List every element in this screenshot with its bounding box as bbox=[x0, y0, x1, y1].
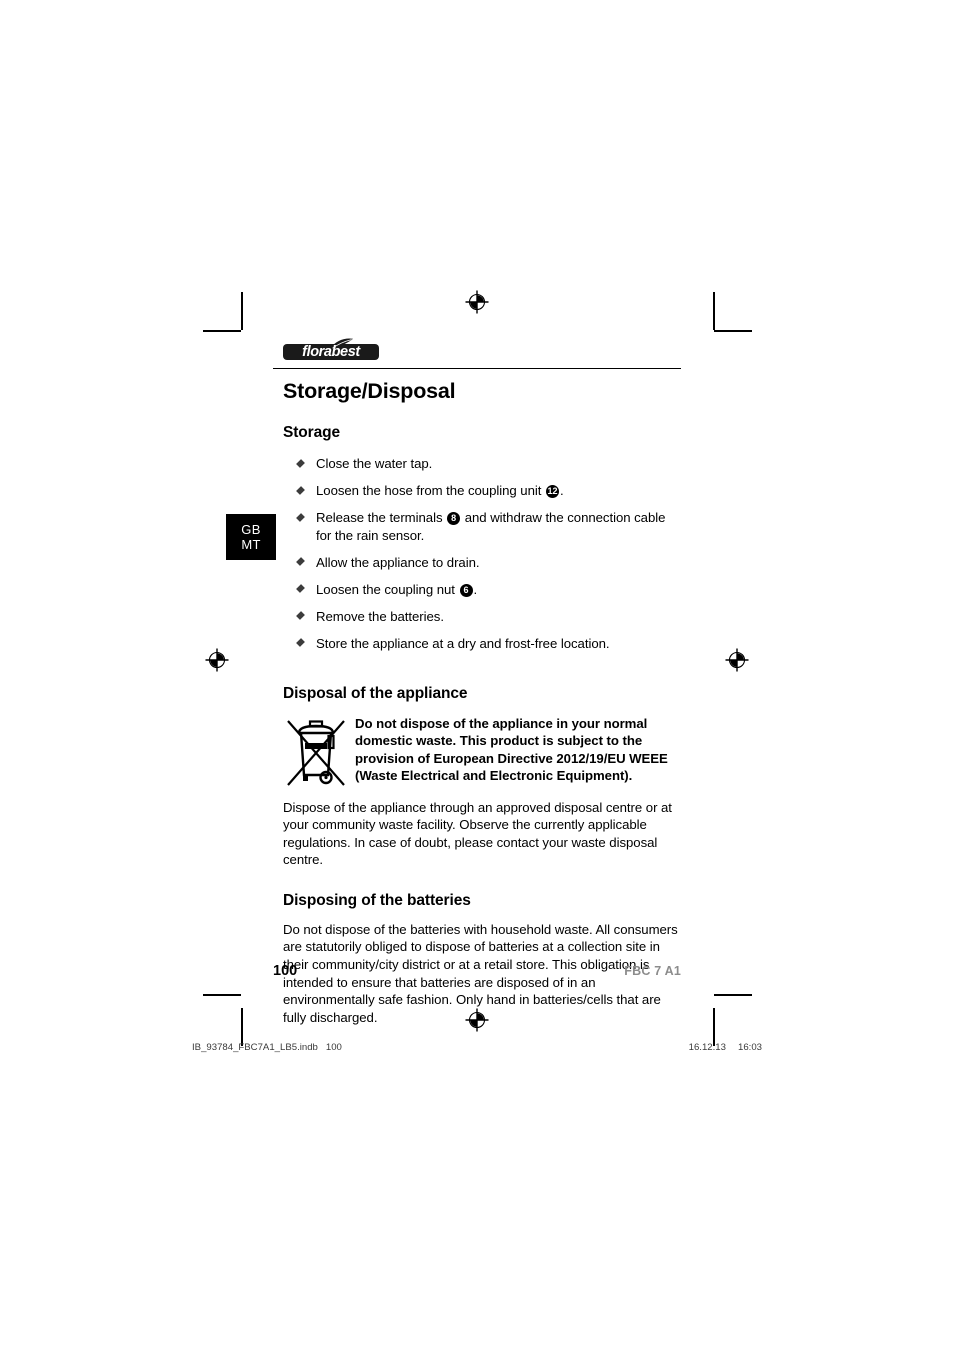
registration-mark-right bbox=[725, 648, 749, 672]
florabest-logo: florabest bbox=[283, 338, 379, 360]
weee-notice-text: Do not dispose of the appliance in your … bbox=[355, 715, 668, 784]
callout-badge: 12 bbox=[546, 485, 559, 498]
page-footer: 100 FBC 7 A1 bbox=[273, 963, 681, 979]
indd-page: 100 bbox=[325, 1042, 342, 1053]
crossed-out-wheelie-bin-icon bbox=[287, 719, 345, 786]
language-tab-line-1: GB bbox=[241, 522, 261, 537]
registration-mark-top bbox=[465, 290, 489, 314]
crop-mark-top-left-vertical bbox=[241, 292, 243, 330]
page-content: Storage/Disposal Storage Close the water… bbox=[283, 374, 683, 1026]
section-heading-disposing-batteries: Disposing of the batteries bbox=[283, 891, 471, 909]
list-item-text-pre: Allow the appliance to drain. bbox=[316, 554, 480, 570]
list-item-text-post: . bbox=[473, 581, 478, 597]
list-item-text-pre: Close the water tap. bbox=[316, 456, 433, 471]
language-tab-line-2: MT bbox=[241, 537, 261, 552]
list-item: Allow the appliance to drain. bbox=[283, 554, 683, 572]
crop-mark-bottom-right-horizontal bbox=[714, 994, 752, 996]
list-item-text-pre: Loosen the coupling nut bbox=[316, 581, 459, 597]
list-item-text-pre: Remove the batteries. bbox=[316, 608, 444, 624]
registration-mark-left bbox=[205, 648, 229, 672]
crop-mark-bottom-left-vertical bbox=[241, 1008, 243, 1046]
list-item: Store the appliance at a dry and frost-f… bbox=[283, 635, 683, 653]
list-item: Loosen the hose from the coupling unit 1… bbox=[283, 482, 683, 500]
crop-mark-bottom-left-horizontal bbox=[203, 994, 241, 996]
bullet-diamond-icon bbox=[296, 557, 305, 566]
crop-mark-bottom-right-vertical bbox=[713, 1008, 715, 1046]
section-heading-disposal-appliance: Disposal of the appliance bbox=[283, 684, 468, 702]
list-item: Remove the batteries. bbox=[283, 608, 683, 626]
bullet-diamond-icon bbox=[296, 638, 305, 647]
header-divider bbox=[273, 368, 681, 370]
list-item-text-pre: Release the terminals bbox=[316, 510, 447, 525]
print-date: 16.12.13 bbox=[688, 1042, 726, 1053]
callout-badge: 6 bbox=[459, 583, 473, 597]
list-item-text-pre: Loosen the hose from the coupling unit bbox=[316, 483, 545, 498]
model-number: FBC 7 A1 bbox=[624, 964, 681, 978]
print-slug-left: IB_93784_FBC7A1_LB5.indb 100 bbox=[192, 1042, 342, 1053]
weee-notice-block: Do not dispose of the appliance in your … bbox=[283, 713, 683, 789]
list-item-text-pre: Store the appliance at a dry and frost-f… bbox=[316, 635, 610, 651]
list-item: Release the terminals 8 and withdraw the… bbox=[283, 509, 683, 544]
indd-filename: IB_93784_FBC7A1_LB5.indb bbox=[192, 1042, 318, 1053]
printed-page: florabest GB MT Storage/Disposal Storage… bbox=[0, 0, 954, 1350]
bullet-diamond-icon bbox=[296, 458, 305, 468]
bullet-diamond-icon bbox=[296, 512, 305, 522]
storage-steps-list: Close the water tap. Loosen the hose fro… bbox=[283, 455, 683, 652]
print-slug-right: 16.12.13 16:03 bbox=[677, 1042, 762, 1053]
print-time: 16:03 bbox=[737, 1042, 762, 1053]
page-title: Storage/Disposal bbox=[283, 379, 456, 403]
list-item-text-post: . bbox=[560, 483, 564, 498]
language-tab-gb-mt: GB MT bbox=[226, 514, 276, 560]
callout-badge: 8 bbox=[447, 512, 461, 525]
print-slug-line: IB_93784_FBC7A1_LB5.indb 100 16.12.13 16:… bbox=[192, 1042, 762, 1053]
crop-mark-top-right-vertical bbox=[713, 292, 715, 330]
crop-mark-top-right-horizontal bbox=[714, 330, 752, 332]
section-heading-storage: Storage bbox=[283, 424, 341, 441]
crop-mark-top-left-horizontal bbox=[203, 330, 241, 332]
page-number: 100 bbox=[273, 963, 298, 979]
bullet-diamond-icon bbox=[296, 611, 305, 620]
list-item: Close the water tap. bbox=[283, 455, 683, 473]
list-item: Loosen the coupling nut 6. bbox=[283, 581, 683, 599]
logo-wordmark: florabest bbox=[302, 344, 360, 360]
bullet-diamond-icon bbox=[296, 485, 305, 495]
disposal-appliance-paragraph: Dispose of the appliance through an appr… bbox=[283, 799, 672, 868]
bullet-diamond-icon bbox=[296, 584, 305, 593]
